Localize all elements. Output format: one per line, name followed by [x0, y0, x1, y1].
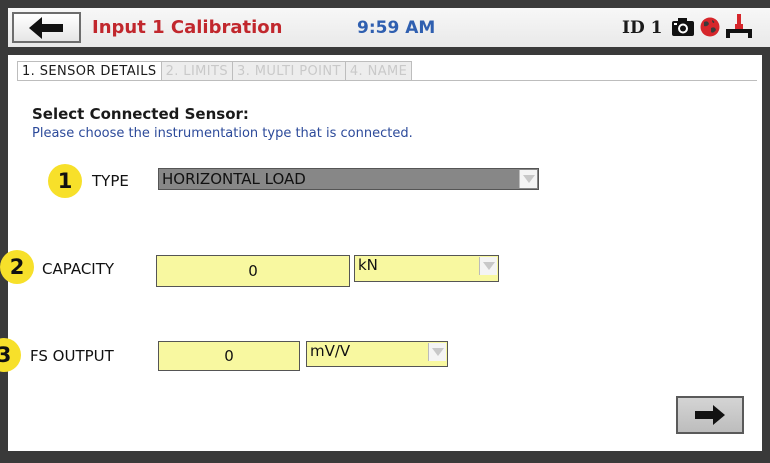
capacity-unit-value: kN — [358, 256, 378, 274]
tab-name[interactable]: 4. NAME — [345, 61, 413, 81]
camera-icon[interactable] — [672, 17, 694, 36]
capacity-input[interactable]: 0 — [156, 255, 350, 287]
app-frame: Input 1 Calibration 9:59 AM ID 1 1. SENS… — [0, 0, 770, 463]
fs-output-label: FS OUTPUT — [30, 347, 114, 365]
forward-arrow-icon — [695, 405, 725, 425]
type-select[interactable]: HORIZONTAL LOAD — [158, 168, 539, 190]
type-label: TYPE — [92, 172, 129, 190]
capacity-unit-select[interactable]: kN — [354, 255, 499, 282]
content-panel: 1. SENSOR DETAILS 2. LIMITS 3. MULTI POI… — [0, 55, 762, 451]
section-title: Select Connected Sensor: — [32, 105, 249, 123]
fs-output-unit-select[interactable]: mV/V — [306, 341, 448, 367]
chevron-down-icon[interactable] — [479, 257, 497, 275]
tab-divider — [17, 80, 757, 81]
tab-bar: 1. SENSOR DETAILS 2. LIMITS 3. MULTI POI… — [17, 61, 413, 81]
step-badge-1: 1 — [48, 164, 82, 198]
next-button[interactable] — [676, 396, 744, 434]
tab-multi-point[interactable]: 3. MULTI POINT — [233, 61, 346, 81]
step-badge-3: 3 — [0, 338, 21, 372]
type-select-value: HORIZONTAL LOAD — [162, 170, 306, 188]
clock-time: 9:59 AM — [357, 18, 436, 38]
network-icon[interactable] — [726, 14, 752, 38]
page-title: Input 1 Calibration — [92, 17, 283, 38]
section-subtitle: Please choose the instrumentation type t… — [32, 126, 413, 141]
step-badge-2: 2 — [0, 250, 34, 284]
tab-sensor-details[interactable]: 1. SENSOR DETAILS — [17, 61, 162, 81]
fs-output-input[interactable]: 0 — [158, 341, 300, 371]
back-button[interactable] — [12, 12, 81, 43]
capacity-label: CAPACITY — [42, 260, 115, 278]
header-bar: Input 1 Calibration 9:59 AM ID 1 — [8, 8, 770, 47]
tab-limits[interactable]: 2. LIMITS — [161, 61, 234, 81]
chevron-down-icon[interactable] — [519, 170, 537, 188]
chevron-down-icon[interactable] — [428, 343, 446, 361]
device-id: ID 1 — [622, 18, 663, 38]
back-arrow-icon — [28, 16, 63, 39]
fs-output-unit-value: mV/V — [310, 342, 351, 360]
globe-icon[interactable] — [700, 17, 720, 37]
